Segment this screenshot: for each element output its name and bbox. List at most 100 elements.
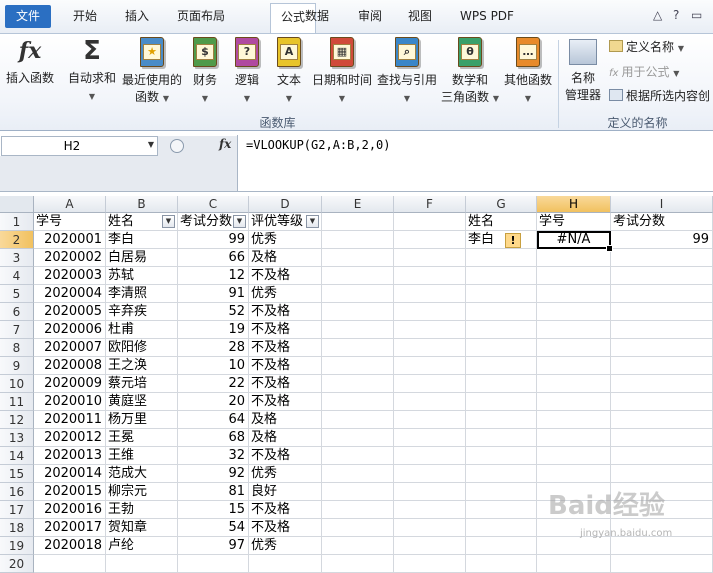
table-row-10-grade[interactable]: 不及格 <box>249 375 322 393</box>
cell-e18[interactable] <box>322 519 394 537</box>
row-header-19[interactable]: 19 <box>0 537 34 555</box>
table-row-15-name[interactable]: 范成大 <box>106 465 178 483</box>
table-row-2-grade[interactable]: 优秀 <box>249 231 322 249</box>
table-row-17-id[interactable]: 2020016 <box>34 501 106 519</box>
restore-icon[interactable]: ▭ <box>691 8 702 22</box>
table-row-18-id[interactable]: 2020017 <box>34 519 106 537</box>
row-header-8[interactable]: 8 <box>0 339 34 357</box>
table-row-6-name[interactable]: 辛弃疾 <box>106 303 178 321</box>
table-row-17-grade[interactable]: 不及格 <box>249 501 322 519</box>
table-row-9-grade[interactable]: 不及格 <box>249 357 322 375</box>
table-row-14-id[interactable]: 2020013 <box>34 447 106 465</box>
column-header-a[interactable]: A <box>34 196 106 213</box>
cell-e1[interactable] <box>322 213 394 231</box>
tab-file[interactable]: 文件 <box>5 5 51 28</box>
cell-i15[interactable] <box>611 465 713 483</box>
row-header-4[interactable]: 4 <box>0 267 34 285</box>
table-row-16-grade[interactable]: 良好 <box>249 483 322 501</box>
cell-h20[interactable] <box>537 555 611 573</box>
tab-data[interactable]: 数据 <box>297 5 337 28</box>
cell-h3[interactable] <box>537 249 611 267</box>
row-header-2[interactable]: 2 <box>0 231 34 249</box>
cell-h9[interactable] <box>537 357 611 375</box>
cell-e16[interactable] <box>322 483 394 501</box>
cell-g4[interactable] <box>466 267 537 285</box>
row-header-1[interactable]: 1 <box>0 213 34 231</box>
cell-f1[interactable] <box>394 213 466 231</box>
cell-h13[interactable] <box>537 429 611 447</box>
cell-e3[interactable] <box>322 249 394 267</box>
table-row-10-id[interactable]: 2020009 <box>34 375 106 393</box>
lookup-header-name[interactable]: 姓名 <box>466 213 537 231</box>
cell-f5[interactable] <box>394 285 466 303</box>
cell-g12[interactable] <box>466 411 537 429</box>
cell-e9[interactable] <box>322 357 394 375</box>
cell-f9[interactable] <box>394 357 466 375</box>
help-icon[interactable]: ? <box>673 8 679 22</box>
cell-g3[interactable] <box>466 249 537 267</box>
datetime-button[interactable]: ▦ 日期和时间 ▼ <box>311 36 373 107</box>
table-row-19-id[interactable]: 2020018 <box>34 537 106 555</box>
column-header-g[interactable]: G <box>466 196 537 213</box>
column-header-c[interactable]: C <box>178 196 249 213</box>
tab-wps-pdf[interactable]: WPS PDF <box>452 5 522 28</box>
cell-g20[interactable] <box>466 555 537 573</box>
lookup-header-score[interactable]: 考试分数 <box>611 213 713 231</box>
table-row-7-score[interactable]: 19 <box>178 321 249 339</box>
math-trig-button[interactable]: θ 数学和 三角函数 ▼ <box>441 36 499 107</box>
cell-i3[interactable] <box>611 249 713 267</box>
cell-i11[interactable] <box>611 393 713 411</box>
cell-f6[interactable] <box>394 303 466 321</box>
table-row-6-id[interactable]: 2020005 <box>34 303 106 321</box>
table-row-16-id[interactable]: 2020015 <box>34 483 106 501</box>
cell-c20[interactable] <box>178 555 249 573</box>
cell-f7[interactable] <box>394 321 466 339</box>
table-row-7-name[interactable]: 杜甫 <box>106 321 178 339</box>
cell-g19[interactable] <box>466 537 537 555</box>
column-header-f[interactable]: F <box>394 196 466 213</box>
table-row-3-grade[interactable]: 及格 <box>249 249 322 267</box>
cell-f13[interactable] <box>394 429 466 447</box>
cell-f14[interactable] <box>394 447 466 465</box>
cell-f8[interactable] <box>394 339 466 357</box>
column-header-h[interactable]: H <box>537 196 611 213</box>
cell-h15[interactable] <box>537 465 611 483</box>
cell-e12[interactable] <box>322 411 394 429</box>
table-row-12-name[interactable]: 杨万里 <box>106 411 178 429</box>
row-header-15[interactable]: 15 <box>0 465 34 483</box>
tab-insert[interactable]: 插入 <box>114 5 160 28</box>
cell-g10[interactable] <box>466 375 537 393</box>
table-row-8-score[interactable]: 28 <box>178 339 249 357</box>
table-row-18-score[interactable]: 54 <box>178 519 249 537</box>
table-row-9-score[interactable]: 10 <box>178 357 249 375</box>
lookup-score-value[interactable]: 99 <box>611 231 713 249</box>
cell-i13[interactable] <box>611 429 713 447</box>
cell-f17[interactable] <box>394 501 466 519</box>
cell-g8[interactable] <box>466 339 537 357</box>
table-row-16-name[interactable]: 柳宗元 <box>106 483 178 501</box>
cell-g9[interactable] <box>466 357 537 375</box>
table-row-13-grade[interactable]: 及格 <box>249 429 322 447</box>
table-row-11-score[interactable]: 20 <box>178 393 249 411</box>
cell-e15[interactable] <box>322 465 394 483</box>
fill-handle[interactable] <box>606 245 613 252</box>
use-in-formula-button[interactable]: fx 用于公式 ▼ <box>609 63 679 83</box>
cell-f16[interactable] <box>394 483 466 501</box>
lookup-name-value[interactable]: 李白 <box>466 231 537 249</box>
cell-e4[interactable] <box>322 267 394 285</box>
define-name-button[interactable]: 定义名称 ▼ <box>609 38 684 58</box>
table-row-8-name[interactable]: 欧阳修 <box>106 339 178 357</box>
lookup-header-id[interactable]: 学号 <box>537 213 611 231</box>
tab-review[interactable]: 审阅 <box>350 5 390 28</box>
cell-i14[interactable] <box>611 447 713 465</box>
cell-g13[interactable] <box>466 429 537 447</box>
cell-g17[interactable] <box>466 501 537 519</box>
cell-b20[interactable] <box>106 555 178 573</box>
cell-g16[interactable] <box>466 483 537 501</box>
chevron-down-icon[interactable]: ▼ <box>148 140 154 149</box>
table-row-5-id[interactable]: 2020004 <box>34 285 106 303</box>
filter-dropdown-icon[interactable]: ▼ <box>233 215 246 228</box>
table-row-19-score[interactable]: 97 <box>178 537 249 555</box>
cell-h4[interactable] <box>537 267 611 285</box>
cell-f2[interactable] <box>394 231 466 249</box>
